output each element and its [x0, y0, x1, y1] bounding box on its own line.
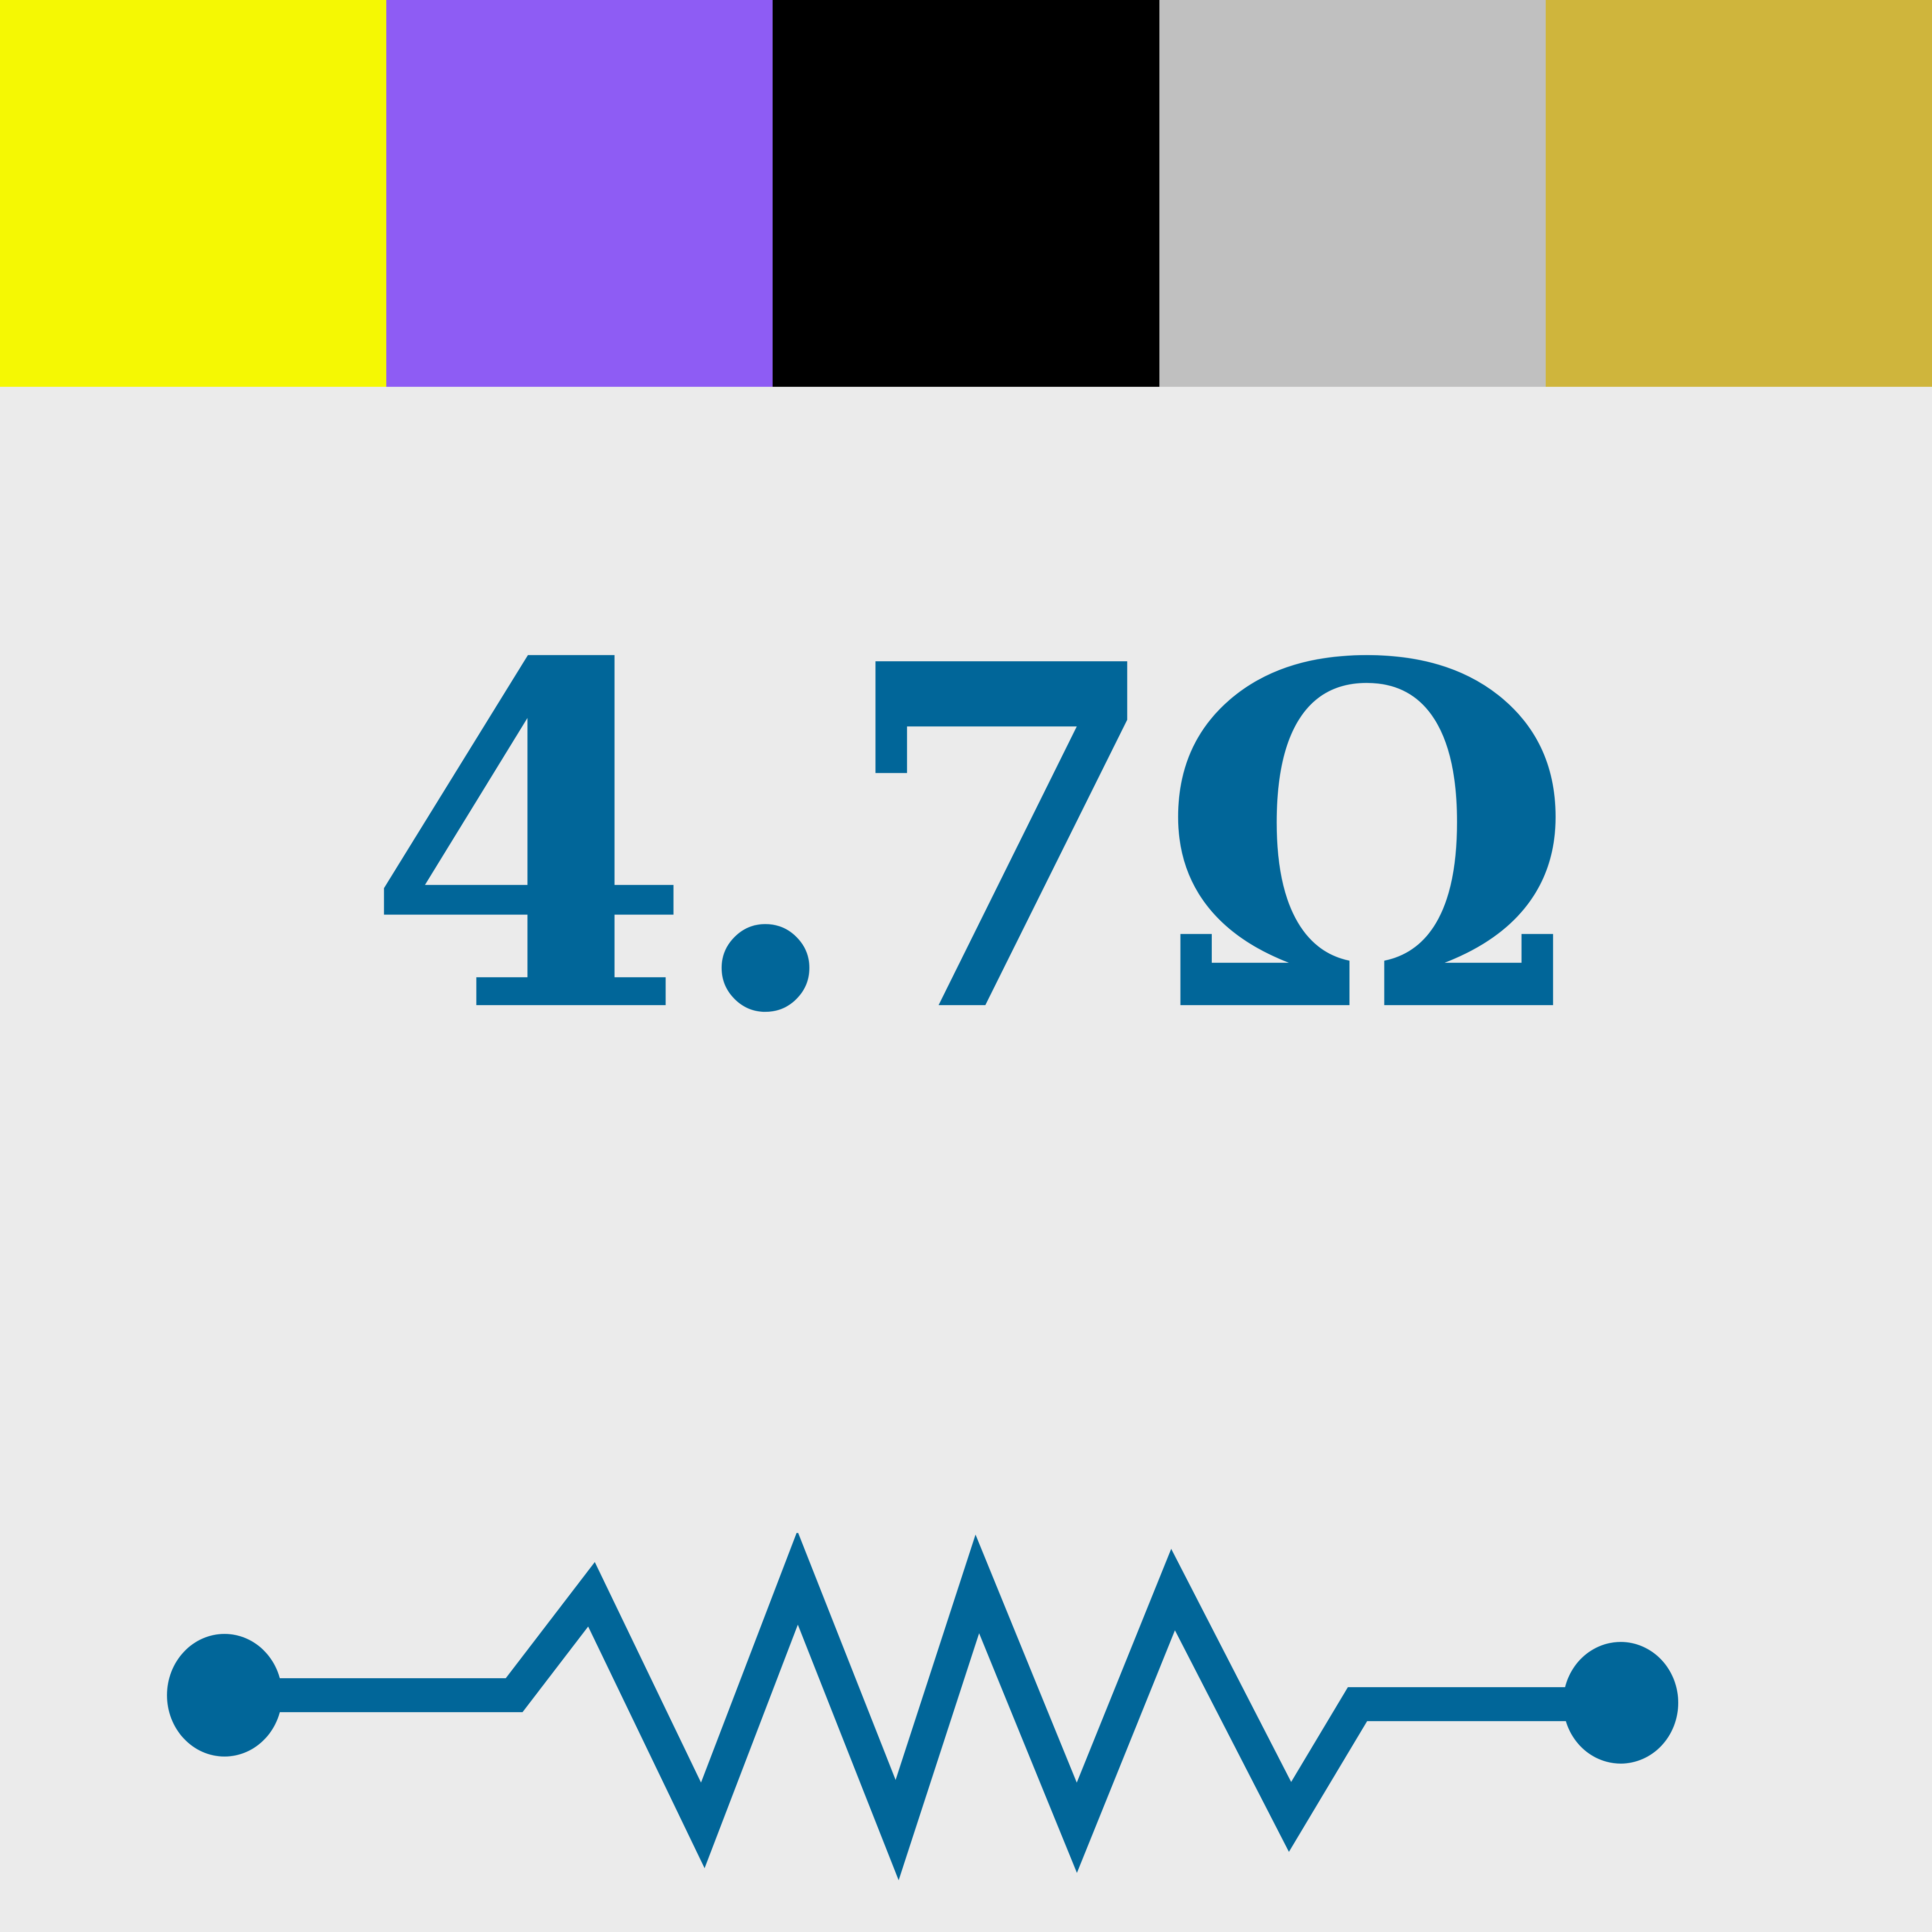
color-band-5	[1545, 0, 1932, 387]
color-band-3	[773, 0, 1159, 387]
resistor-color-code-card: 4.7Ω	[0, 0, 1932, 1932]
color-band-strip	[0, 0, 1932, 387]
color-band-4	[1159, 0, 1546, 387]
color-band-2	[386, 0, 773, 387]
resistance-value: 4.7Ω	[365, 562, 1577, 1116]
resistor-zigzag-icon	[264, 1533, 1585, 1881]
resistor-symbol-icon	[167, 1533, 1678, 1881]
color-band-1	[0, 0, 387, 387]
